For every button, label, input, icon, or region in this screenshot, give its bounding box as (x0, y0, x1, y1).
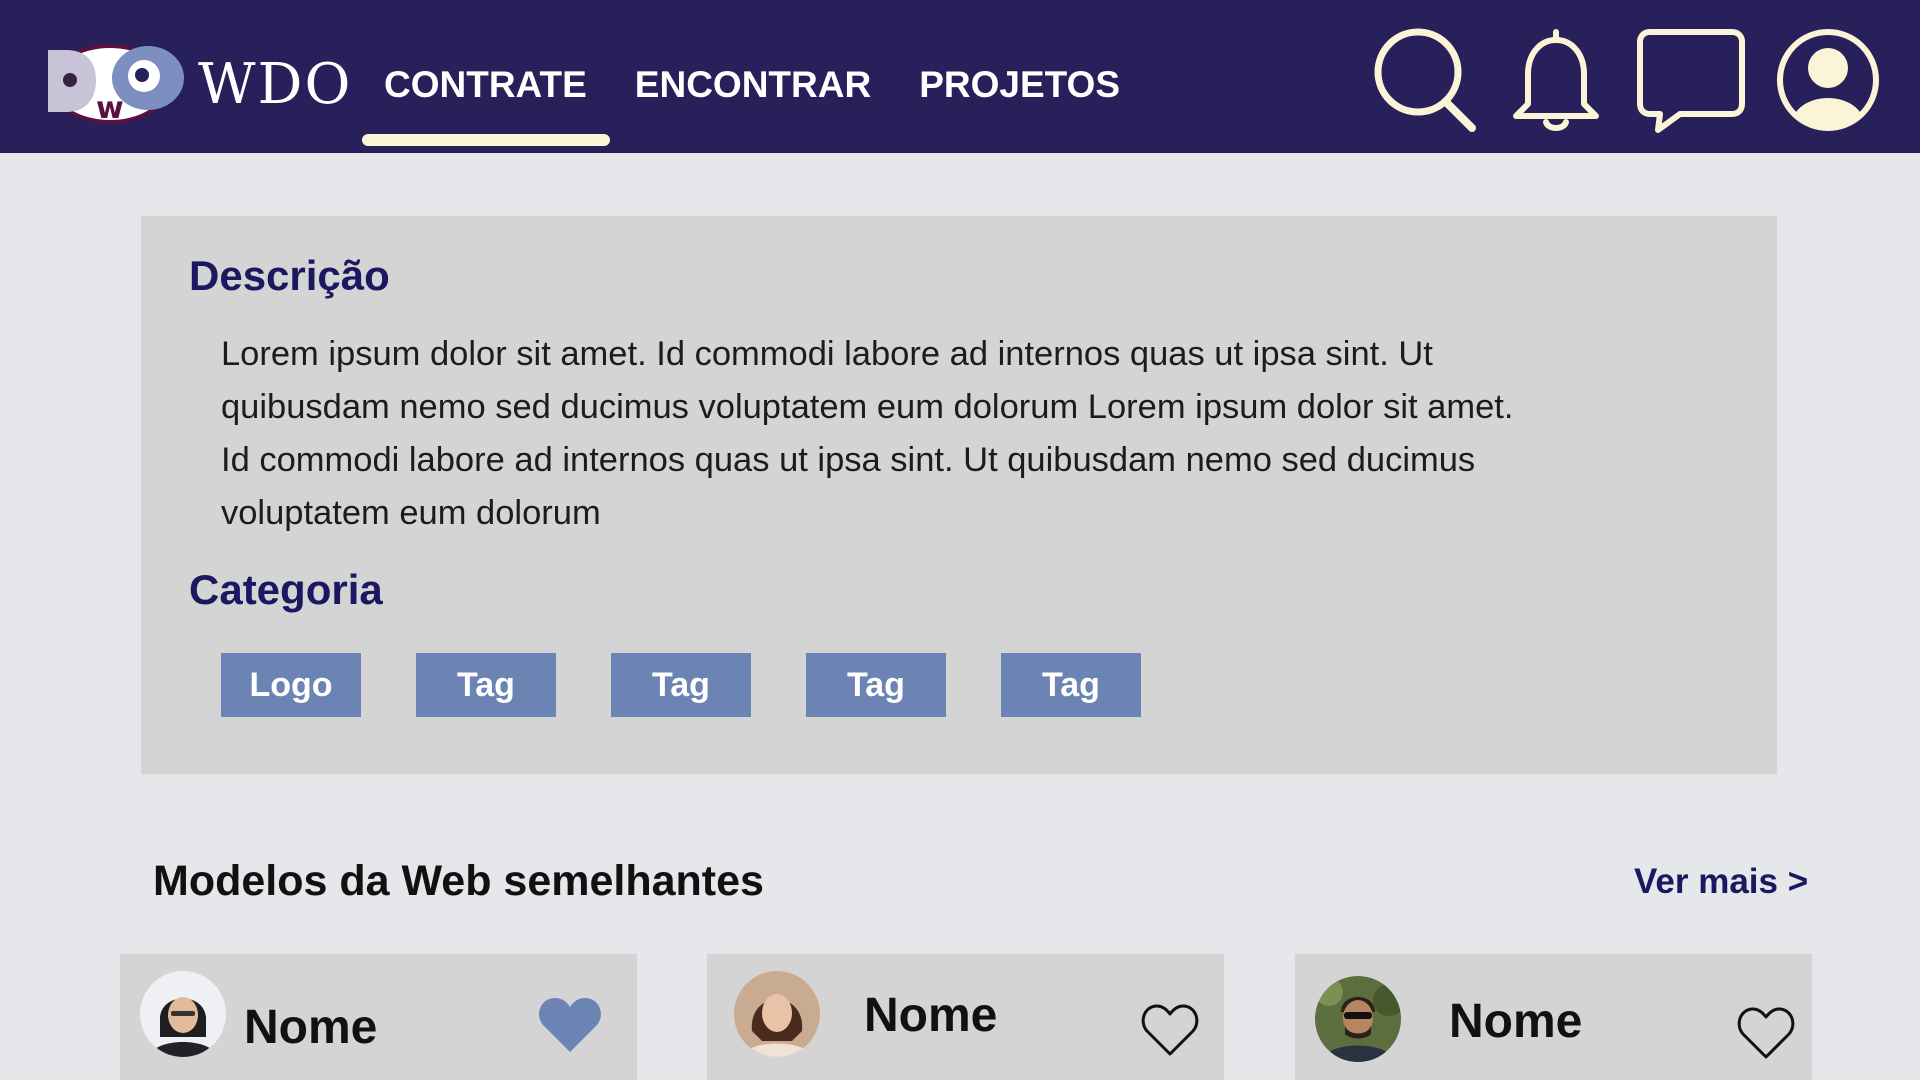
tag-logo[interactable]: Logo (221, 653, 361, 717)
tag[interactable]: Tag (806, 653, 946, 717)
top-header: w WDO CONTRATE ENCONTRAR PROJETOS (0, 0, 1920, 153)
card-name: Nome (864, 989, 998, 1042)
similar-models-title: Modelos da Web semelhantes (153, 857, 764, 905)
description-line: Id commodi labore ad internos quas ut ip… (221, 441, 1476, 479)
card-name: Nome (1449, 995, 1583, 1048)
main-nav: CONTRATE ENCONTRAR PROJETOS (384, 60, 1120, 110)
nav-projetos[interactable]: PROJETOS (919, 60, 1120, 110)
nav-encontrar[interactable]: ENCONTRAR (635, 60, 871, 110)
user-icon[interactable] (1776, 28, 1880, 132)
similar-card[interactable]: Nome (707, 954, 1224, 1080)
heart-outline-icon[interactable] (1736, 1005, 1796, 1061)
tag[interactable]: Tag (416, 653, 556, 717)
card-name: Nome (244, 1001, 378, 1054)
bell-icon[interactable] (1508, 26, 1604, 134)
category-tags: Logo Tag Tag Tag Tag (221, 653, 1141, 717)
wdo-logo[interactable]: w (40, 42, 190, 132)
category-title: Categoria (189, 566, 383, 613)
chat-icon[interactable] (1636, 26, 1746, 134)
tag[interactable]: Tag (1001, 653, 1141, 717)
brand-name[interactable]: WDO (198, 50, 352, 120)
similar-card[interactable]: Nome (120, 954, 637, 1080)
description-text: Lorem ipsum dolor sit amet. Id commodi l… (221, 328, 1701, 540)
avatar (1315, 976, 1401, 1062)
avatar (734, 971, 820, 1057)
see-more-link[interactable]: Ver mais > (1634, 857, 1808, 907)
similar-card[interactable]: Nome (1295, 954, 1812, 1080)
heart-outline-icon[interactable] (1140, 1002, 1200, 1058)
description-line: Lorem ipsum dolor sit amet. Id commodi l… (221, 335, 1433, 373)
nav-contrate[interactable]: CONTRATE (384, 60, 587, 110)
svg-text:w: w (96, 91, 124, 126)
search-icon[interactable] (1372, 26, 1478, 134)
tag[interactable]: Tag (611, 653, 751, 717)
description-title: Descrição (189, 252, 390, 299)
heart-filled-icon[interactable] (538, 996, 602, 1054)
description-line: voluptatem eum dolorum (221, 494, 601, 532)
active-nav-indicator (362, 134, 610, 146)
description-line: quibusdam nemo sed ducimus voluptatem eu… (221, 388, 1514, 426)
project-details-panel: Descrição Lorem ipsum dolor sit amet. Id… (141, 216, 1777, 774)
avatar (140, 971, 226, 1057)
